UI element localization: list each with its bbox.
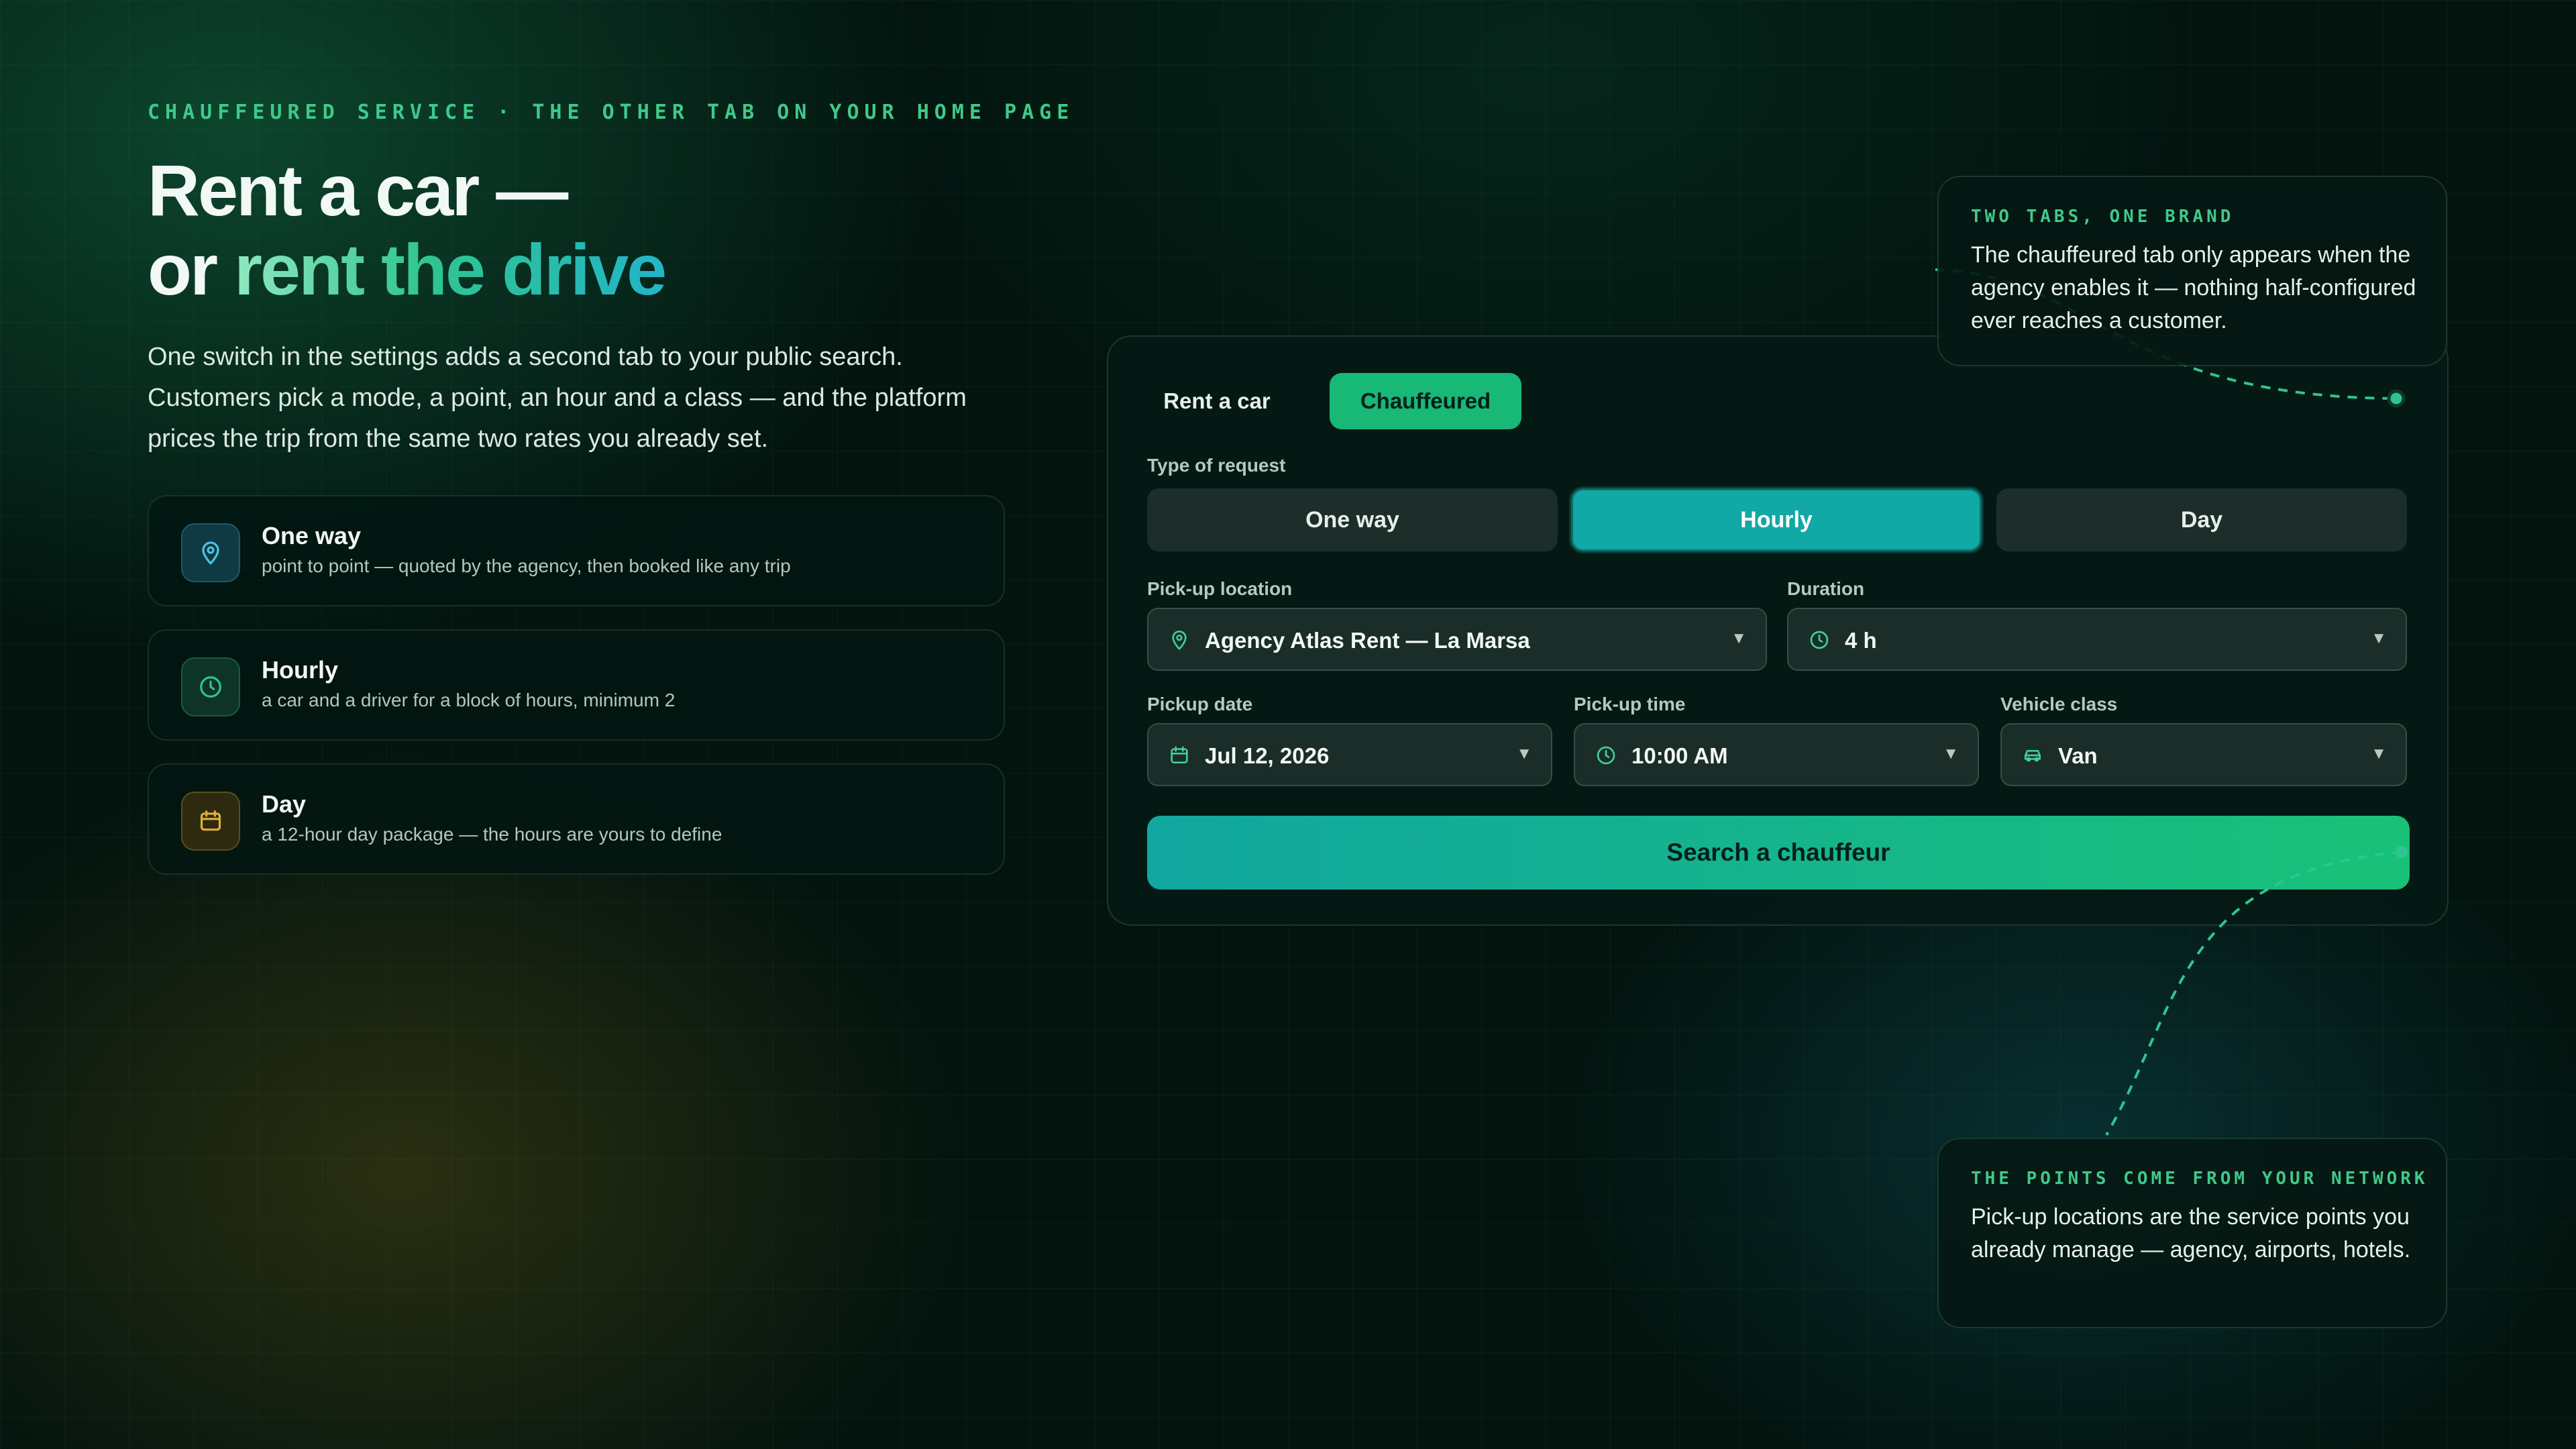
connector-bottom-dot <box>2396 846 2408 858</box>
callout-body: The chauffeured tab only appears when th… <box>1971 242 2416 333</box>
connector-top-dot <box>2387 389 2406 408</box>
callout-points-network: THE POINTS COME FROM YOUR NETWORK Pick-u… <box>1937 1138 2447 1328</box>
callout-body: Pick-up locations are the service points… <box>1971 1204 2411 1263</box>
callout-heading: THE POINTS COME FROM YOUR NETWORK <box>1971 1169 2428 1189</box>
connector-bottom <box>2105 851 2402 1136</box>
callout-two-tabs: TWO TABS, ONE BRAND The chauffeured tab … <box>1937 176 2447 366</box>
callout-heading: TWO TABS, ONE BRAND <box>1971 207 2235 227</box>
